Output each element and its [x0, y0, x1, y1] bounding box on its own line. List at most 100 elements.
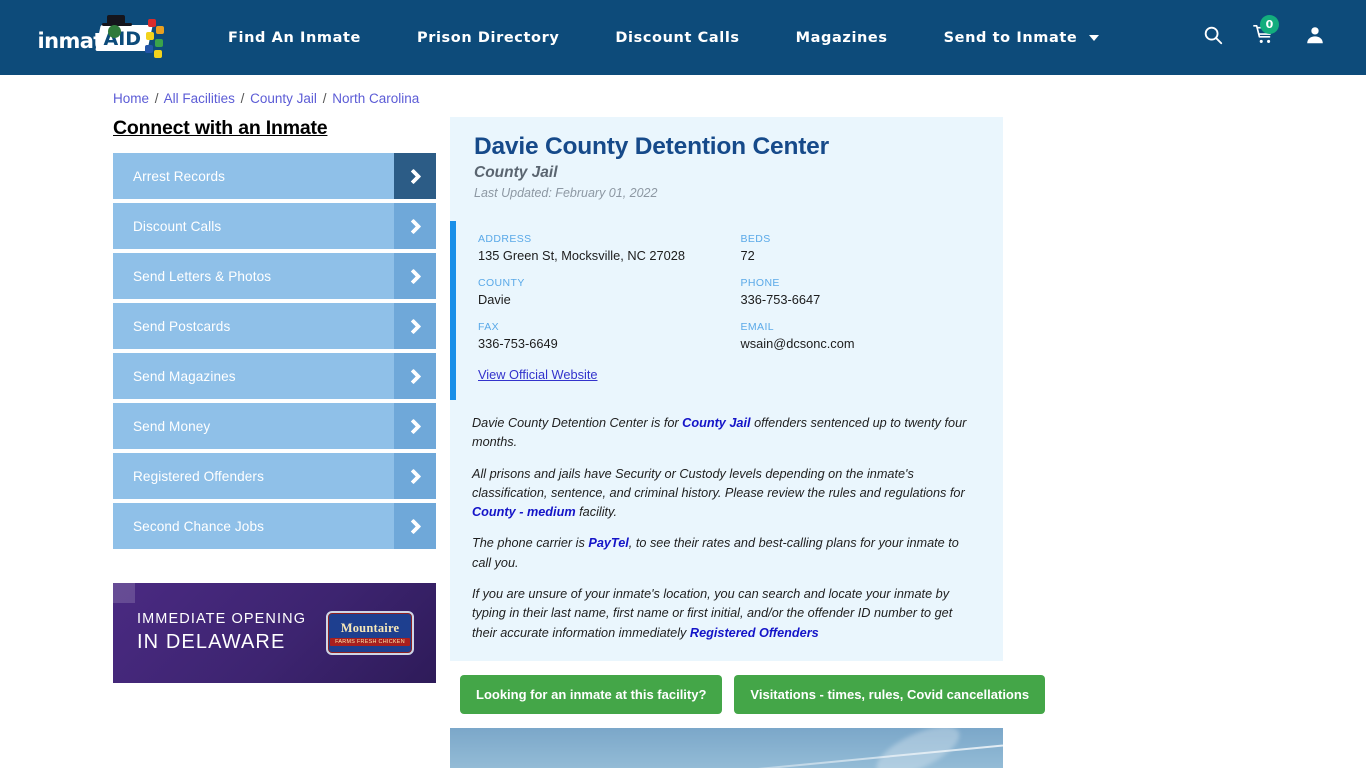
desc-text: Davie County Detention Center is for: [472, 416, 683, 430]
main-menu: Find An Inmate Prison Directory Discount…: [200, 0, 1202, 75]
sidebar-item-label: Send Magazines: [133, 368, 236, 384]
detective-face-icon: [107, 24, 121, 38]
chevron-right-icon: [394, 453, 436, 499]
ad-text-group: IMMEDIATE OPENING IN DELAWARE: [137, 610, 306, 656]
breadcrumb: Home / All Facilities / County Jail / No…: [0, 75, 1366, 106]
detail-label: FAX: [478, 321, 500, 333]
facility-details-right-column: BEDS 72 PHONE 336-753-6647 EMAIL wsain@d…: [741, 233, 1004, 384]
sidebar-item-label: Send Postcards: [133, 318, 231, 334]
chevron-right-icon: [394, 253, 436, 299]
main-content: Davie County Detention Center County Jai…: [450, 117, 1046, 768]
breadcrumb-item-home[interactable]: Home: [113, 91, 149, 106]
facility-type: County Jail: [474, 164, 558, 181]
breadcrumb-separator: /: [322, 91, 327, 106]
breadcrumb-item-all-facilities[interactable]: All Facilities: [164, 91, 235, 106]
nav-item-magazines[interactable]: Magazines: [768, 30, 916, 46]
detail-fax: FAX 336-753-6649: [478, 321, 741, 351]
search-icon[interactable]: [1202, 24, 1224, 51]
sidebar-item-send-postcards[interactable]: Send Postcards: [113, 303, 436, 349]
sidebar-item-label: Send Letters & Photos: [133, 268, 272, 284]
description-paragraph-4: If you are unsure of your inmate's locat…: [472, 585, 977, 643]
sidebar-item-label: Second Chance Jobs: [133, 518, 265, 534]
detail-value: wsain@dcsonc.com: [740, 336, 855, 351]
logo-color-dots: [142, 18, 164, 58]
action-buttons-row: Looking for an inmate at this facility? …: [450, 674, 1046, 714]
facility-details-grid: ADDRESS 135 Green St, Mocksville, NC 270…: [450, 221, 1003, 400]
desc-text: The phone carrier is: [472, 536, 589, 551]
nav-icon-group: 0: [1202, 15, 1366, 51]
detail-label: PHONE: [740, 277, 780, 289]
cart-icon[interactable]: 0: [1252, 15, 1279, 51]
sidebar-heading: Connect with an Inmate: [113, 117, 328, 139]
nav-item-discount-calls[interactable]: Discount Calls: [587, 30, 767, 46]
page-body: Home / All Facilities / County Jail / No…: [0, 75, 1366, 768]
chevron-right-icon: [394, 203, 436, 249]
sidebar-item-second-chance-jobs[interactable]: Second Chance Jobs: [113, 503, 436, 549]
sidebar-item-send-magazines[interactable]: Send Magazines: [113, 353, 436, 399]
ad-headline-line1: IMMEDIATE OPENING: [137, 611, 307, 627]
registered-offenders-link[interactable]: Registered Offenders: [690, 626, 819, 640]
sidebar-item-registered-offenders[interactable]: Registered Offenders: [113, 453, 436, 499]
sidebar-item-label: Arrest Records: [133, 168, 226, 184]
looking-for-inmate-button[interactable]: Looking for an inmate at this facility?: [460, 674, 723, 714]
sidebar-item-label: Send Money: [133, 418, 211, 434]
nav-label: Discount Calls: [615, 29, 740, 46]
chevron-right-icon: [394, 353, 436, 399]
sidebar-item-discount-calls[interactable]: Discount Calls: [113, 203, 436, 249]
chevron-right-icon: [394, 303, 436, 349]
detail-beds: BEDS 72: [741, 233, 1004, 263]
breadcrumb-separator: /: [154, 91, 159, 106]
nav-label: Prison Directory: [417, 29, 560, 46]
ad-corner-decoration: [113, 583, 135, 603]
description-paragraph-1: Davie County Detention Center is for Cou…: [472, 414, 977, 453]
ad-brand-name: Mountaire: [340, 620, 400, 635]
visitations-button[interactable]: Visitations - times, rules, Covid cancel…: [734, 674, 1046, 714]
user-account-icon[interactable]: [1304, 24, 1326, 51]
facility-photo: [450, 727, 1003, 768]
county-jail-link[interactable]: County Jail: [682, 416, 750, 430]
chevron-right-icon: [394, 503, 436, 549]
nav-item-send-to-inmate[interactable]: Send to Inmate: [916, 30, 1127, 46]
breadcrumb-item-north-carolina[interactable]: North Carolina: [332, 91, 419, 106]
sidebar-item-send-money[interactable]: Send Money: [113, 403, 436, 449]
top-navigation-bar: inmate AID Find An Inmate Prison Directo…: [0, 0, 1366, 75]
detail-label: EMAIL: [740, 321, 775, 333]
nav-item-prison-directory[interactable]: Prison Directory: [389, 30, 587, 46]
ad-brand-tagline: FARMS FRESH CHICKEN: [330, 637, 410, 646]
paytel-link[interactable]: PayTel: [588, 536, 628, 550]
detail-phone: PHONE 336-753-6647: [741, 277, 1004, 307]
sidebar-item-arrest-records[interactable]: Arrest Records: [113, 153, 436, 199]
detail-address: ADDRESS 135 Green St, Mocksville, NC 270…: [478, 233, 741, 263]
desc-text: facility.: [575, 505, 617, 520]
sidebar-item-send-letters-photos[interactable]: Send Letters & Photos: [113, 253, 436, 299]
content-layout: Connect with an Inmate Arrest Records Di…: [0, 117, 1366, 768]
nav-label: Magazines: [795, 29, 888, 46]
nav-label: Find An Inmate: [228, 29, 361, 46]
detail-label: BEDS: [740, 233, 771, 245]
description-paragraph-2: All prisons and jails have Security or C…: [472, 465, 977, 523]
desc-text: All prisons and jails have Security or C…: [472, 466, 965, 500]
ad-brand-logo: Mountaire FARMS FRESH CHICKEN: [326, 611, 414, 655]
cloud-wisp-decoration: [870, 727, 966, 768]
detail-email: EMAIL wsain@dcsonc.com: [741, 321, 1004, 351]
cart-count-badge: 0: [1260, 15, 1279, 34]
advertisement-banner[interactable]: IMMEDIATE OPENING IN DELAWARE Mountaire …: [113, 583, 436, 683]
chevron-right-icon: [394, 403, 436, 449]
nav-label: Send to Inmate: [943, 29, 1078, 46]
facility-info-card: Davie County Detention Center County Jai…: [450, 117, 1003, 661]
view-official-website-link[interactable]: View Official Website: [478, 367, 598, 382]
detail-label: COUNTY: [478, 277, 525, 289]
detail-county: COUNTY Davie: [478, 277, 741, 307]
site-logo[interactable]: inmate AID: [0, 0, 200, 75]
detail-value: 135 Green St, Mocksville, NC 27028: [478, 248, 685, 263]
detail-value: Davie: [478, 292, 511, 307]
chevron-right-icon: [394, 153, 436, 199]
logo-graphic: inmate AID: [38, 14, 164, 59]
sidebar-item-label: Discount Calls: [133, 218, 222, 234]
facility-description: Davie County Detention Center is for Cou…: [450, 400, 1003, 661]
detail-value: 336-753-6647: [740, 292, 821, 307]
breadcrumb-item-county-jail[interactable]: County Jail: [250, 91, 317, 106]
nav-item-find-an-inmate[interactable]: Find An Inmate: [200, 30, 389, 46]
county-medium-link[interactable]: County - medium: [472, 505, 576, 519]
description-paragraph-3: The phone carrier is PayTel, to see thei…: [472, 534, 977, 573]
